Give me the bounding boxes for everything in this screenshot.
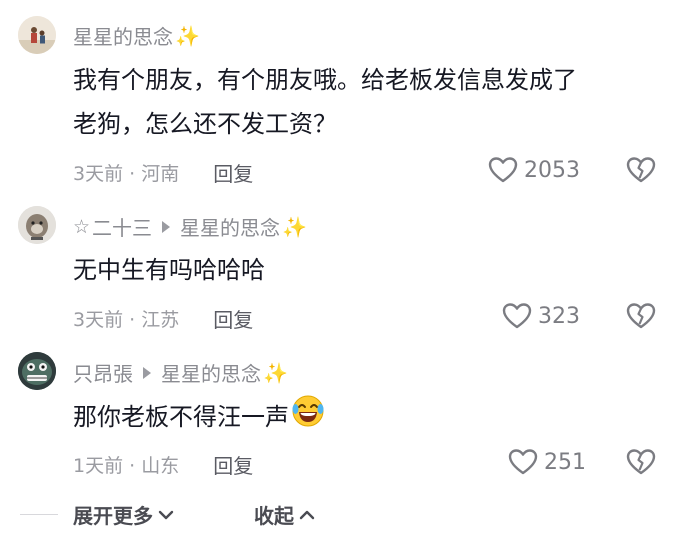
like-button[interactable]: 2053 bbox=[488, 156, 580, 184]
show-more-button[interactable]: 展开更多 bbox=[73, 500, 175, 529]
reply-button[interactable]: 回复 bbox=[213, 450, 253, 479]
dislike-button[interactable] bbox=[626, 448, 656, 480]
time-location: 1天前 · 山东 bbox=[73, 455, 180, 477]
time-location: 3天前 · 江苏 bbox=[73, 309, 180, 331]
comment-text: 我有个朋友，有个朋友哦。给老板发信息发成了 老狗，怎么还不发工资？ bbox=[73, 58, 673, 146]
like-count: 2053 bbox=[524, 157, 580, 183]
divider bbox=[20, 514, 58, 515]
avatar[interactable] bbox=[18, 16, 56, 54]
comment-text: 无中生有吗哈哈哈 bbox=[73, 248, 673, 292]
dislike-button[interactable] bbox=[626, 302, 656, 334]
avatar-image bbox=[18, 16, 56, 54]
comment-meta: 3天前 · 江苏 回复 bbox=[73, 304, 253, 333]
username-row[interactable]: 只昂張 星星的思念 ✨ bbox=[73, 358, 288, 387]
broken-heart-icon bbox=[626, 449, 656, 475]
laughing-crying-emoji bbox=[291, 394, 325, 442]
comment-text-line: 无中生有吗哈哈哈 bbox=[73, 256, 265, 284]
reply-arrow-icon bbox=[162, 220, 171, 233]
comment-text-content: 那你老板不得汪一声 bbox=[73, 403, 289, 431]
collapse-label: 收起 bbox=[254, 504, 294, 528]
broken-heart-icon bbox=[626, 157, 656, 183]
reply-button[interactable]: 回复 bbox=[213, 158, 253, 187]
avatar-image bbox=[18, 206, 56, 244]
chevron-up-icon bbox=[299, 510, 315, 519]
time-location: 3天前 · 河南 bbox=[73, 163, 180, 185]
sparkle-icon: ✨ bbox=[175, 23, 200, 48]
comment-text-line: 老狗，怎么还不发工资？ bbox=[73, 110, 337, 138]
avatar[interactable] bbox=[18, 352, 56, 390]
username[interactable]: 只昂張 bbox=[73, 358, 133, 387]
show-more-label: 展开更多 bbox=[73, 504, 153, 528]
reply-to-username[interactable]: 星星的思念 bbox=[161, 358, 261, 387]
comment-footer: 展开更多 收起 bbox=[0, 498, 690, 532]
comment-meta: 1天前 · 山东 回复 bbox=[73, 450, 253, 479]
star-icon: ☆ bbox=[73, 215, 91, 238]
sparkle-icon: ✨ bbox=[263, 360, 288, 385]
chevron-down-icon bbox=[158, 510, 174, 519]
comment-text: 那你老板不得汪一声 bbox=[73, 394, 673, 442]
avatar-image bbox=[18, 352, 56, 390]
username-row[interactable]: 星星的思念 ✨ bbox=[73, 21, 200, 50]
comment-text-line: 那你老板不得汪一声 bbox=[73, 394, 673, 442]
username[interactable]: 星星的思念 bbox=[73, 21, 173, 50]
reply-button[interactable]: 回复 bbox=[213, 304, 253, 333]
heart-outline-icon bbox=[508, 449, 538, 475]
like-button[interactable]: 323 bbox=[502, 302, 580, 330]
comment-text-line: 我有个朋友，有个朋友哦。给老板发信息发成了 bbox=[73, 66, 577, 94]
reply-to-username[interactable]: 星星的思念 bbox=[180, 212, 280, 241]
dislike-button[interactable] bbox=[626, 156, 656, 188]
collapse-button[interactable]: 收起 bbox=[254, 500, 316, 529]
username-row[interactable]: ☆ 二十三 星星的思念 ✨ bbox=[73, 212, 307, 241]
username[interactable]: 二十三 bbox=[92, 212, 152, 241]
like-count: 323 bbox=[538, 303, 580, 329]
heart-outline-icon bbox=[488, 157, 518, 183]
heart-outline-icon bbox=[502, 303, 532, 329]
like-button[interactable]: 251 bbox=[508, 448, 586, 476]
broken-heart-icon bbox=[626, 303, 656, 329]
comment-meta: 3天前 · 河南 回复 bbox=[73, 158, 253, 187]
like-count: 251 bbox=[544, 449, 586, 475]
sparkle-icon: ✨ bbox=[282, 214, 307, 239]
avatar[interactable] bbox=[18, 206, 56, 244]
reply-arrow-icon bbox=[143, 366, 151, 379]
